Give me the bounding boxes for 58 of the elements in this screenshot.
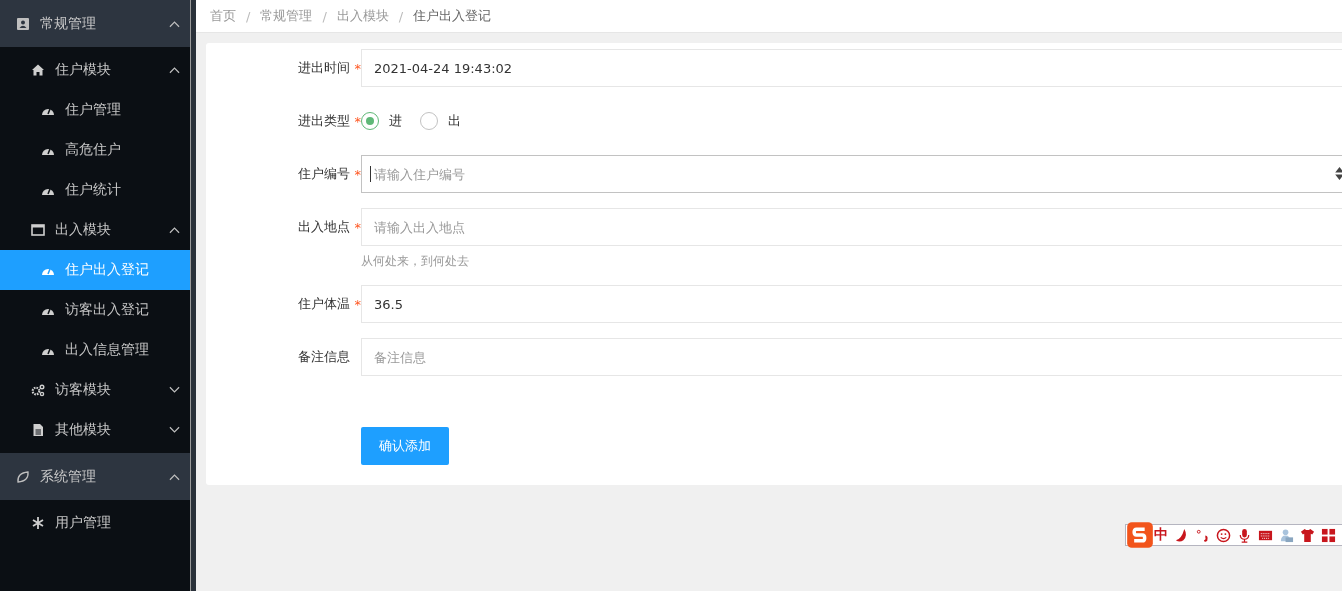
document-icon xyxy=(31,423,45,437)
chevron-down-icon xyxy=(169,426,180,434)
contact-card-icon xyxy=(16,16,30,31)
input-field[interactable]: 36.5 xyxy=(361,285,1342,323)
chevron-up-icon xyxy=(169,226,180,234)
microphone-icon[interactable] xyxy=(1237,527,1252,543)
punctuation-icon[interactable] xyxy=(1195,527,1210,543)
radio-option[interactable]: 出 xyxy=(420,112,461,130)
required-mark: * xyxy=(353,296,361,312)
field-label: 进出类型 xyxy=(298,112,350,130)
field-label: 备注信息 xyxy=(298,348,350,366)
breadcrumb-separator: / xyxy=(398,8,404,24)
breadcrumb-separator: / xyxy=(322,8,327,24)
input-mode-toggle[interactable]: 中 xyxy=(1154,526,1168,544)
menu-group[interactable]: 系统管理 xyxy=(0,453,190,500)
menu-item[interactable]: 其他模块 xyxy=(0,410,190,450)
snowflake-icon xyxy=(31,516,45,530)
menu-item[interactable]: 住户统计 xyxy=(0,170,190,210)
menu-item[interactable]: 住户模块 xyxy=(0,50,190,90)
required-mark: * xyxy=(353,113,361,129)
input-field[interactable]: 请输入住户编号 xyxy=(361,155,1342,193)
breadcrumb-separator: / xyxy=(246,8,251,24)
chevron-up-icon xyxy=(169,472,180,481)
moon-icon[interactable] xyxy=(1174,527,1189,543)
leaf-outline-icon xyxy=(16,469,30,484)
menu-item[interactable]: 访客出入登记 xyxy=(0,290,190,330)
field-label: 进出时间 xyxy=(298,59,350,77)
spinner-icon[interactable] xyxy=(1335,166,1342,181)
radio-option[interactable]: 进 xyxy=(361,112,402,130)
menu-item[interactable]: 出入模块 xyxy=(0,210,190,250)
gears-icon xyxy=(31,383,45,397)
field-hint: 从何处来，到何处去 xyxy=(361,253,470,270)
field-label: 住户体温 xyxy=(298,295,350,313)
menu-group[interactable]: 常规管理 xyxy=(0,0,190,47)
menu-item[interactable]: 出入信息管理 xyxy=(0,330,190,370)
scrollbar[interactable] xyxy=(190,0,196,591)
shirt-icon[interactable] xyxy=(1300,527,1315,543)
field-label: 出入地点 xyxy=(298,218,350,236)
menu-item[interactable]: 高危住户 xyxy=(0,130,190,170)
chevron-down-icon xyxy=(169,386,180,394)
smiley-icon[interactable] xyxy=(1216,527,1231,543)
chevron-up-icon xyxy=(169,19,180,28)
required-mark: * xyxy=(353,166,361,182)
required-mark: * xyxy=(353,60,361,76)
home-icon xyxy=(31,63,45,77)
field-label: 住户编号 xyxy=(298,165,350,183)
input-field[interactable]: 请输入出入地点 xyxy=(361,208,1342,246)
s-logo-icon[interactable] xyxy=(1126,521,1154,549)
window-icon xyxy=(31,223,45,237)
menu-item[interactable]: 用户管理 xyxy=(0,503,190,543)
input-field[interactable]: 备注信息 xyxy=(361,338,1342,376)
menu-item[interactable]: 访客模块 xyxy=(0,370,190,410)
input-field[interactable]: 2021-04-24 19:43:02 xyxy=(361,49,1342,87)
chevron-up-icon xyxy=(169,66,180,74)
breadcrumb-link[interactable]: 住户出入登记 xyxy=(413,7,492,25)
grid-icon[interactable] xyxy=(1321,527,1336,543)
menu-item[interactable]: 住户管理 xyxy=(0,90,190,130)
required-mark: * xyxy=(353,219,361,235)
